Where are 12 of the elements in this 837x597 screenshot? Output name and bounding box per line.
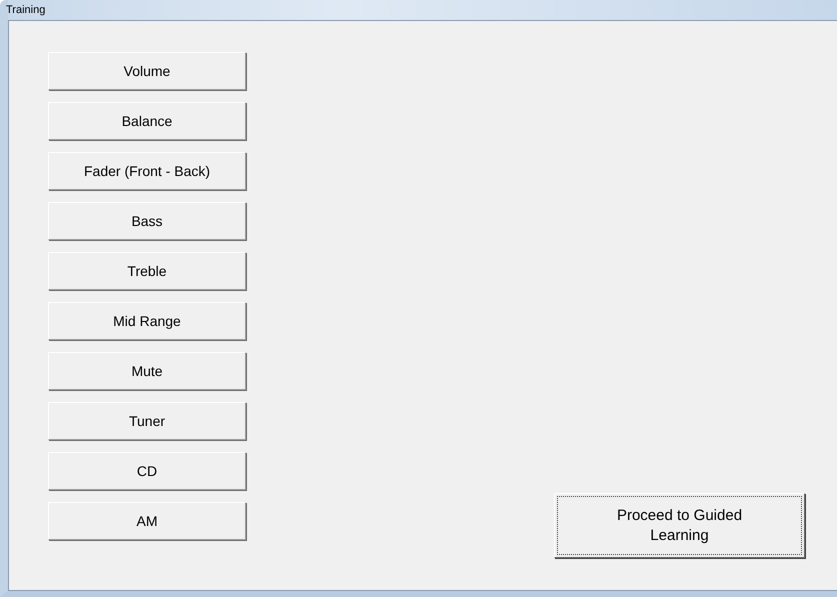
topic-button[interactable]: Treble — [48, 252, 246, 290]
topic-button[interactable]: Fader (Front - Back) — [48, 152, 246, 190]
topic-button[interactable]: AM — [48, 502, 246, 540]
topic-button[interactable]: Bass — [48, 202, 246, 240]
topic-button[interactable]: Tuner — [48, 402, 246, 440]
topic-button[interactable]: CD — [48, 452, 246, 490]
window-title: Training — [6, 4, 46, 16]
topic-button[interactable]: Volume — [48, 52, 246, 90]
topic-button[interactable]: Mute — [48, 352, 246, 390]
topic-button[interactable]: Balance — [48, 102, 246, 140]
proceed-button[interactable]: Proceed to Guided Learning — [554, 493, 805, 558]
topic-button[interactable]: Mid Range — [48, 302, 246, 340]
